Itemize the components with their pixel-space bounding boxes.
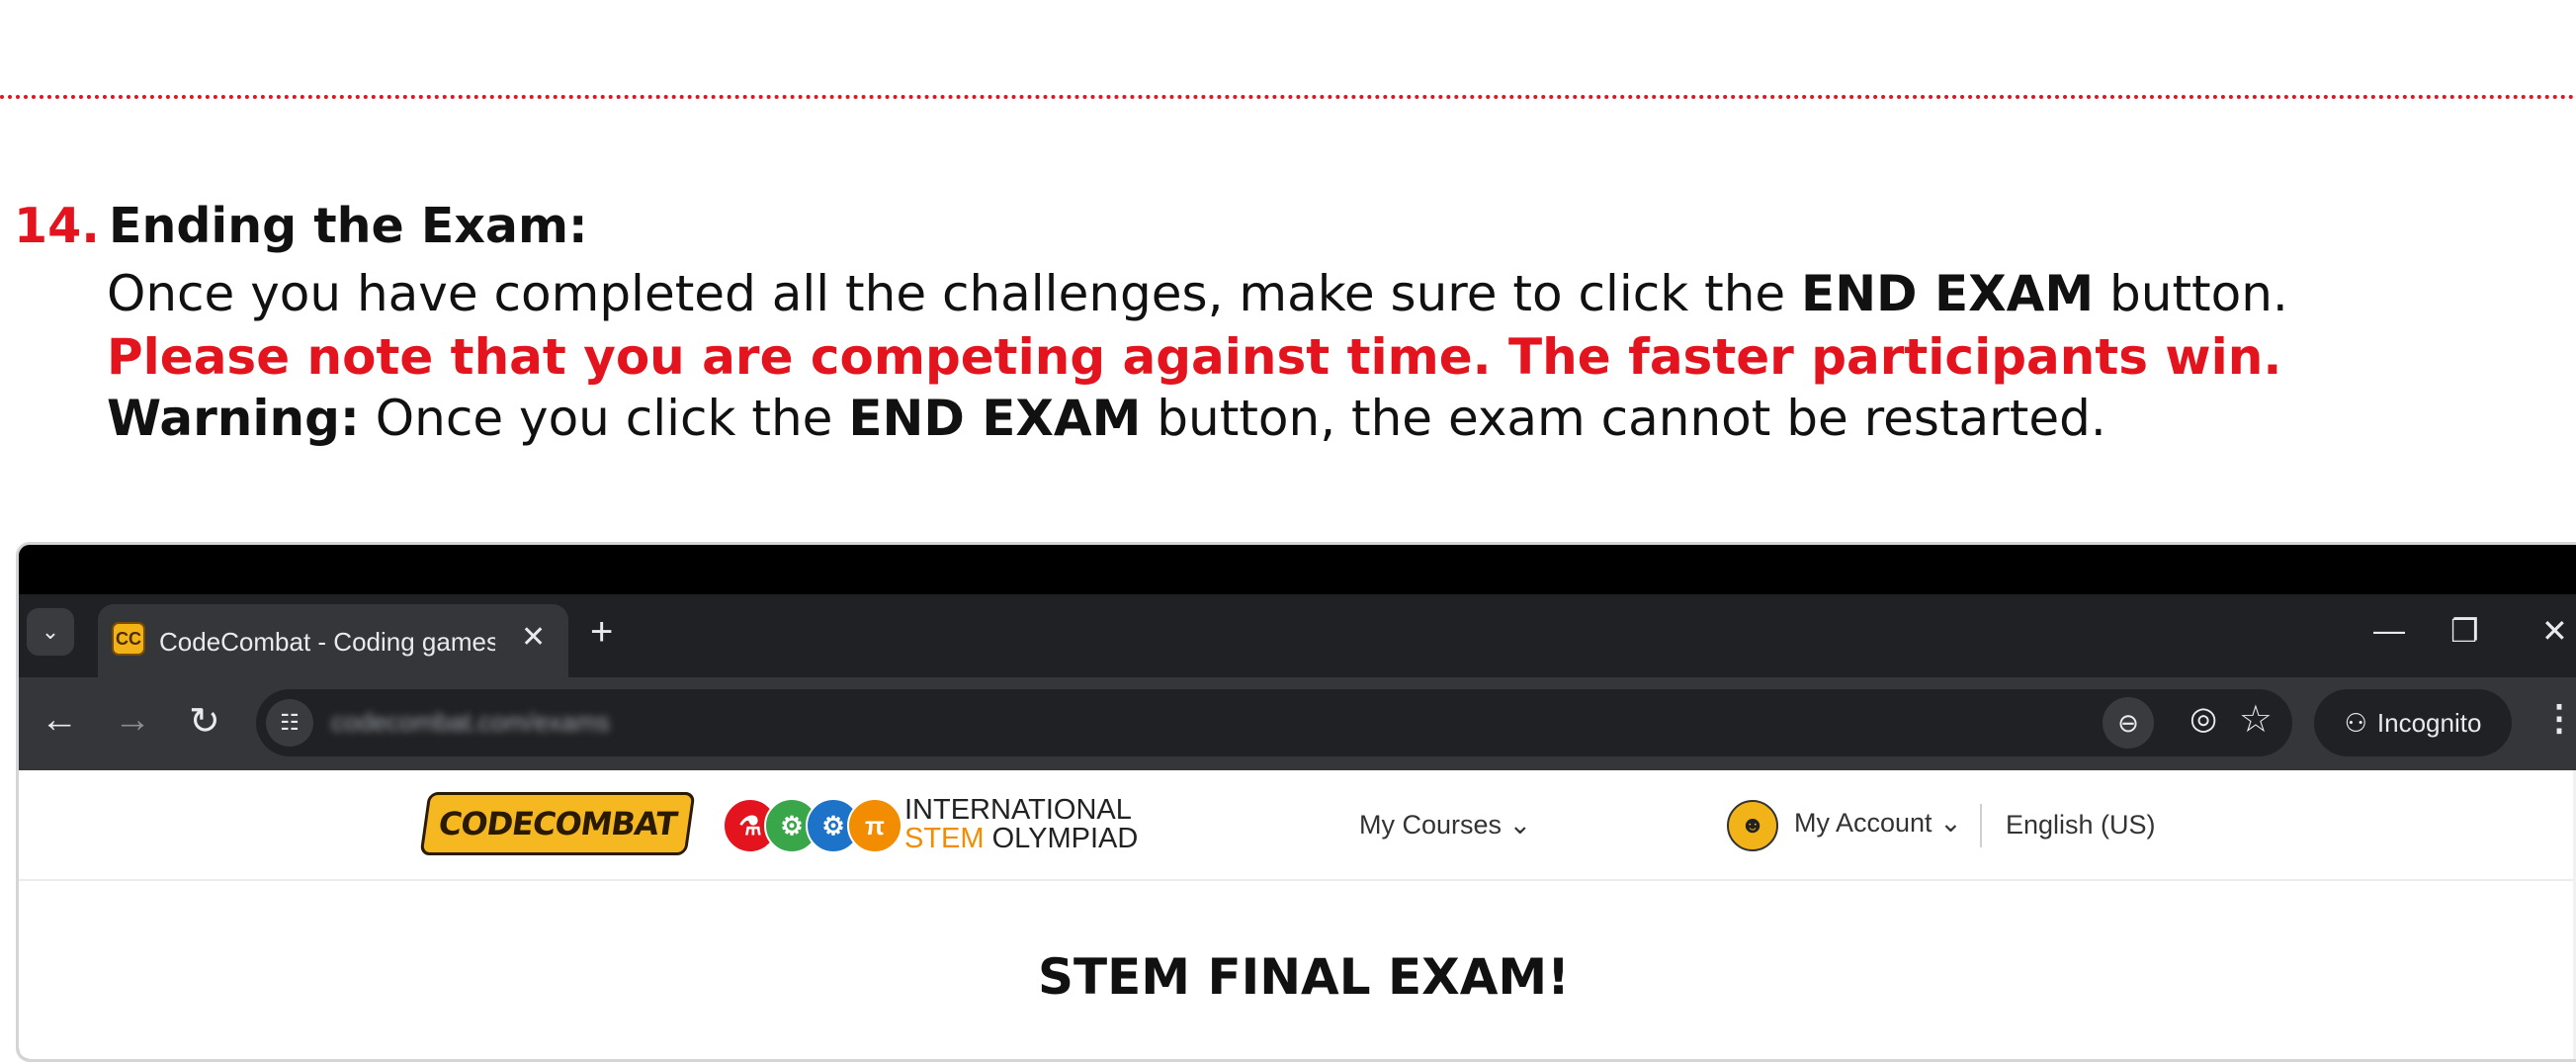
- browser-toolbar: ← → ↻ ☷ codecombat.com/exams ⊖ ◎ ☆ ⚇ Inco…: [19, 677, 2576, 770]
- my-account-menu[interactable]: My Account ⌄: [1794, 808, 1962, 839]
- tab-search-chevron-icon[interactable]: ⌄: [27, 608, 74, 656]
- incognito-label: Incognito: [2376, 707, 2482, 738]
- forward-arrow-icon[interactable]: →: [114, 699, 151, 742]
- math-badge-icon: π: [847, 798, 902, 853]
- exam-heading: STEM FINAL EXAM!: [1038, 948, 1570, 1006]
- tab-close-icon[interactable]: ✕: [521, 620, 546, 655]
- my-courses-menu[interactable]: My Courses ⌄: [1359, 810, 1531, 841]
- codecombat-favicon-icon: CC: [112, 622, 145, 656]
- step-number: 14.: [14, 198, 100, 254]
- line1-text-end: button.: [2094, 265, 2288, 322]
- olympiad-line2: OLYMPIAD: [984, 823, 1139, 854]
- new-tab-plus-icon[interactable]: +: [590, 612, 613, 652]
- minimize-icon[interactable]: —: [2373, 612, 2405, 649]
- address-bar[interactable]: ☷ codecombat.com/exams ⊖ ◎ ☆: [256, 689, 2292, 756]
- site-navbar: CODECOMBAT ⚗ ⚙ ⚙ π INTERNATIONAL STEM OL…: [19, 770, 2576, 881]
- line1-text: Once you have completed all the challeng…: [107, 265, 1802, 322]
- warning-label: Warning:: [107, 390, 360, 447]
- tab-bar: ⌄ CC CodeCombat - Coding games t ✕ + — ❐…: [19, 594, 2576, 677]
- tracking-protection-eye-icon[interactable]: ◎: [2190, 699, 2217, 737]
- olympiad-stem: STEM: [904, 823, 985, 854]
- reload-icon[interactable]: ↻: [189, 699, 220, 744]
- back-arrow-icon[interactable]: ←: [41, 699, 78, 742]
- warning-text-end: button, the exam cannot be restarted.: [1141, 390, 2106, 447]
- time-warning: Please note that you are competing again…: [107, 328, 2282, 386]
- incognito-icon: ⚇: [2344, 707, 2367, 738]
- warning-line: Warning: Once you click the END EXAM but…: [107, 390, 2106, 447]
- nav-separator: [1980, 804, 1982, 847]
- language-selector[interactable]: English (US): [2006, 810, 2156, 841]
- url-text[interactable]: codecombat.com/exams: [331, 707, 610, 738]
- end-exam-emphasis: END EXAM: [1801, 265, 2095, 322]
- tab-codecombat[interactable]: CC CodeCombat - Coding games t ✕: [98, 604, 568, 677]
- instruction-line-1: Once you have completed all the challeng…: [107, 265, 2288, 322]
- bookmark-star-icon[interactable]: ☆: [2239, 697, 2273, 742]
- restore-icon[interactable]: ❐: [2450, 612, 2479, 650]
- step-title: Ending the Exam:: [109, 198, 588, 254]
- account-avatar-icon[interactable]: ☻: [1727, 800, 1778, 851]
- incognito-badge[interactable]: ⚇ Incognito: [2314, 689, 2512, 756]
- olympiad-line1: INTERNATIONAL: [904, 794, 1132, 826]
- tab-title: CodeCombat - Coding games t: [159, 627, 495, 657]
- browser-window: ⌄ CC CodeCombat - Coding games t ✕ + — ❐…: [16, 542, 2576, 1062]
- codecombat-logo[interactable]: CODECOMBAT: [419, 792, 696, 855]
- window-close-icon[interactable]: ✕: [2541, 612, 2568, 650]
- olympiad-wordmark: INTERNATIONAL STEM OLYMPIAD: [904, 796, 1138, 853]
- zoom-icon[interactable]: ⊖: [2103, 697, 2154, 749]
- end-exam-emphasis-2: END EXAM: [848, 390, 1142, 447]
- browser-menu-icon[interactable]: ⋮: [2541, 697, 2576, 739]
- webpage: CODECOMBAT ⚗ ⚙ ⚙ π INTERNATIONAL STEM OL…: [19, 770, 2576, 1059]
- warning-text: Once you click the: [359, 390, 849, 447]
- dotted-divider: [0, 95, 2576, 99]
- site-settings-icon[interactable]: ☷: [266, 699, 313, 747]
